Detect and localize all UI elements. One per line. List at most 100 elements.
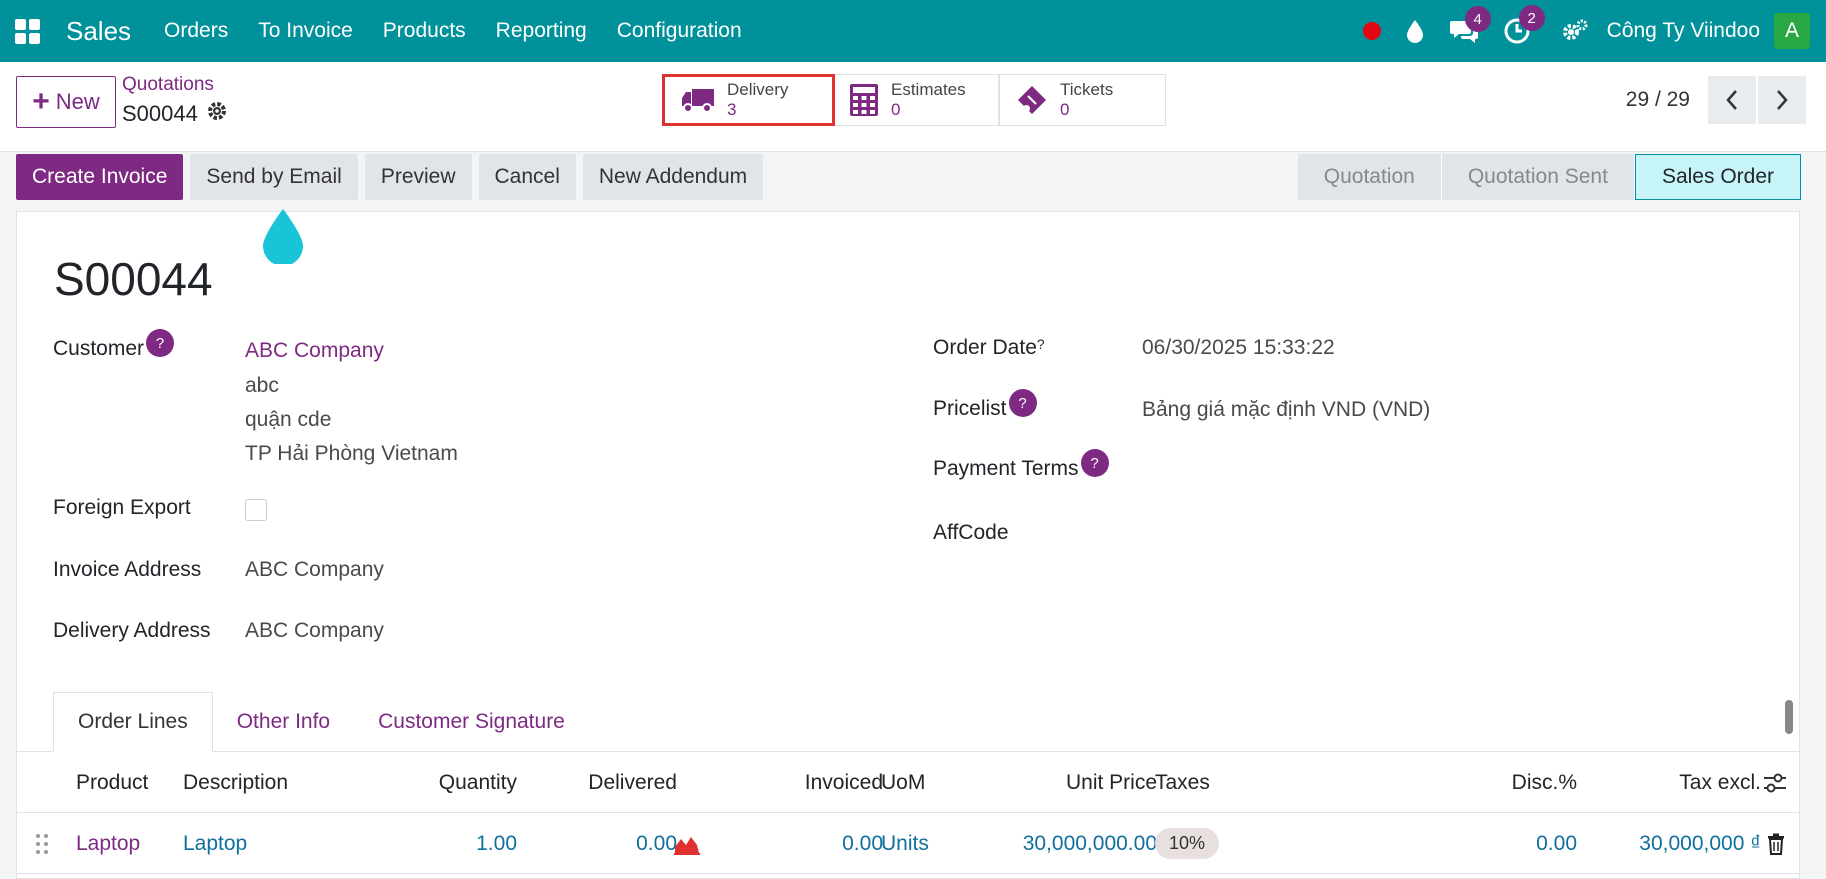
column-discount[interactable]: Disc.% <box>1457 752 1577 813</box>
stage-quotation[interactable]: Quotation <box>1297 154 1442 200</box>
gear-icon[interactable] <box>206 100 228 128</box>
menu-to-invoice[interactable]: To Invoice <box>258 19 353 43</box>
calculator-icon <box>849 83 879 117</box>
pager-previous-button[interactable] <box>1708 76 1756 124</box>
pricelist-label: Pricelist? <box>933 389 1037 425</box>
estimates-smart-button[interactable]: Estimates 0 <box>832 74 999 126</box>
customer-address-line-1: abc <box>245 374 279 397</box>
help-icon[interactable]: ? <box>146 329 175 357</box>
notebook-tabs: Order Lines Other Info Customer Signatur… <box>53 692 589 752</box>
new-button-label: New <box>55 89 100 114</box>
new-addendum-button[interactable]: New Addendum <box>582 154 764 200</box>
cell-invoiced[interactable]: 0.00 <box>737 813 883 874</box>
tab-order-lines[interactable]: Order Lines <box>53 692 213 752</box>
cell-uom[interactable]: Units <box>881 813 929 874</box>
recording-icon[interactable] <box>1362 22 1381 40</box>
chevron-right-icon <box>1777 90 1788 110</box>
cell-unit-price[interactable]: 30,000,000.00 <box>997 813 1157 874</box>
tickets-label: Tickets <box>1060 80 1114 99</box>
table-row[interactable]: Laptop Laptop 1.00 0.00 0.00 Units 30,00… <box>17 813 1801 874</box>
forecast-chart-icon[interactable] <box>673 813 701 874</box>
cell-product[interactable]: Laptop <box>76 813 140 874</box>
help-icon[interactable]: ? <box>1008 389 1037 417</box>
scrollbar-thumb[interactable] <box>1785 700 1793 734</box>
tickets-count: 0 <box>1060 100 1070 119</box>
apps-menu-icon[interactable] <box>0 0 54 62</box>
send-by-email-button[interactable]: Send by Email <box>190 154 358 200</box>
column-description[interactable]: Description <box>183 752 288 813</box>
cell-discount[interactable]: 0.00 <box>1457 813 1577 874</box>
stage-quotation-sent[interactable]: Quotation Sent <box>1441 154 1635 200</box>
delivery-label: Delivery <box>727 80 789 99</box>
create-invoice-button[interactable]: Create Invoice <box>16 154 184 200</box>
column-product[interactable]: Product <box>76 752 148 813</box>
tab-customer-signature[interactable]: Customer Signature <box>354 692 589 752</box>
customer-field[interactable]: ABC Company <box>245 339 384 363</box>
drag-handle-icon[interactable] <box>35 813 49 874</box>
delivery-smart-button[interactable]: Delivery 3 <box>662 74 835 126</box>
column-settings-icon[interactable] <box>1762 752 1788 813</box>
pager-next-button[interactable] <box>1758 76 1806 124</box>
column-uom[interactable]: UoM <box>881 752 925 813</box>
column-delivered[interactable]: Delivered <box>537 752 677 813</box>
tax-tag: 10% <box>1155 828 1220 859</box>
cancel-button[interactable]: Cancel <box>478 154 576 200</box>
column-tax-excl[interactable]: Tax excl. <box>1607 752 1761 813</box>
company-switcher[interactable]: Công Ty Viindoo <box>1607 19 1760 43</box>
estimates-count: 0 <box>891 100 901 119</box>
messages-badge: 4 <box>1464 6 1491 32</box>
foreign-export-checkbox[interactable] <box>245 499 267 521</box>
customer-address-line-2: quận cde <box>245 408 332 431</box>
invoice-address-label: Invoice Address <box>53 558 202 581</box>
plus-icon: + <box>32 85 50 118</box>
cell-description[interactable]: Laptop <box>183 813 247 874</box>
menu-products[interactable]: Products <box>383 19 466 43</box>
smart-buttons: Delivery 3 Estimates 0 Tickets 0 <box>662 74 1166 126</box>
cell-quantity[interactable]: 1.00 <box>397 813 517 874</box>
menu-configuration[interactable]: Configuration <box>617 19 742 43</box>
breadcrumb-current: S00044 <box>122 101 198 126</box>
order-lines-header: Product Description Quantity Delivered I… <box>17 752 1801 813</box>
payment-terms-label: Payment Terms? <box>933 449 1109 485</box>
trash-icon[interactable] <box>1767 813 1785 874</box>
cell-delivered[interactable]: 0.00 <box>537 813 677 874</box>
column-invoiced[interactable]: Invoiced <box>737 752 883 813</box>
stage-sales-order[interactable]: Sales Order <box>1634 154 1801 200</box>
column-quantity[interactable]: Quantity <box>397 752 517 813</box>
cell-tax-excl[interactable]: 30,000,000 ₫ <box>1607 813 1761 874</box>
delivery-count: 3 <box>727 100 737 119</box>
column-taxes[interactable]: Taxes <box>1155 752 1210 813</box>
pricelist-field[interactable]: Bảng giá mặc định VND (VND) <box>1142 398 1430 422</box>
droplet-cursor-icon <box>262 208 304 269</box>
order-date-field[interactable]: 06/30/2025 15:33:22 <box>1142 336 1335 360</box>
new-button[interactable]: + New <box>16 76 116 128</box>
affcode-label: AffCode <box>933 521 1009 544</box>
messages-icon[interactable]: 4 <box>1449 6 1491 44</box>
pager: 29 / 29 <box>1626 76 1806 124</box>
settings-gears-icon[interactable] <box>1561 18 1589 44</box>
tab-other-info[interactable]: Other Info <box>213 692 354 752</box>
order-date-label: Order Date? <box>933 336 1045 359</box>
app-name[interactable]: Sales <box>66 16 131 47</box>
control-panel: + New Quotations S00044 Delivery 3 Estim… <box>0 62 1826 152</box>
foreign-export-label: Foreign Export <box>53 496 191 519</box>
breadcrumb-quotations[interactable]: Quotations <box>122 74 228 96</box>
tickets-smart-button[interactable]: Tickets 0 <box>999 74 1166 126</box>
cell-taxes[interactable]: 10% <box>1155 813 1220 874</box>
invoice-address-field[interactable]: ABC Company <box>245 558 384 582</box>
delivery-address-field[interactable]: ABC Company <box>245 619 384 643</box>
estimates-label: Estimates <box>891 80 966 99</box>
status-bar: Quotation Quotation Sent Sales Order <box>1297 154 1801 200</box>
delivery-address-label: Delivery Address <box>53 619 211 642</box>
activities-clock-icon[interactable]: 2 <box>1503 5 1545 45</box>
top-navbar: Sales Orders To Invoice Products Reporti… <box>0 0 1826 62</box>
menu-reporting[interactable]: Reporting <box>496 19 587 43</box>
activities-badge: 2 <box>1518 5 1545 31</box>
droplet-icon[interactable] <box>1405 19 1425 43</box>
pager-value[interactable]: 29 / 29 <box>1626 88 1690 112</box>
user-avatar[interactable]: A <box>1774 13 1810 49</box>
column-unit-price[interactable]: Unit Price <box>997 752 1157 813</box>
help-icon[interactable]: ? <box>1080 449 1109 477</box>
preview-button[interactable]: Preview <box>364 154 472 200</box>
menu-orders[interactable]: Orders <box>164 19 228 43</box>
